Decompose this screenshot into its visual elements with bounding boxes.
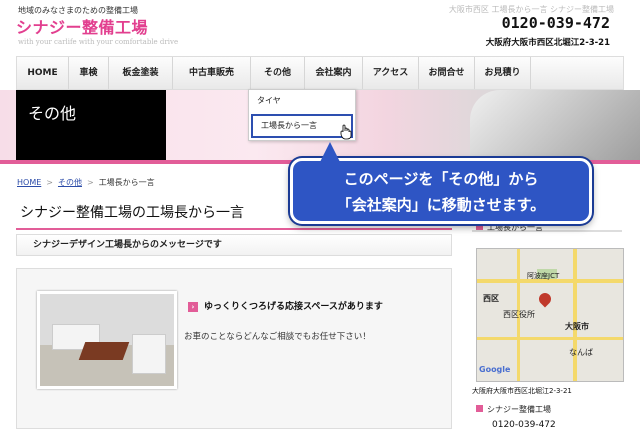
- bullet-icon: [476, 223, 483, 230]
- instruction-callout: このページを「その他」から 「会社案内」に移動させます。: [290, 158, 592, 224]
- site-header: 地域のみなさまのための整備工場 シナジー整備工場 with your carli…: [0, 0, 640, 56]
- hero-car-image: [470, 90, 640, 160]
- map-label-namba: なんば: [569, 348, 593, 357]
- message-heading: › ゆっくりくつろげる応接スペースがあります: [188, 299, 383, 312]
- sidebar-item-label: 工場長から一言: [487, 223, 543, 232]
- sidebar-item-label: シナジー整備工場: [487, 405, 551, 414]
- callout-line-1: このページを「その他」から: [343, 170, 539, 188]
- callout-line-2: 「会社案内」に移動させます。: [336, 196, 546, 214]
- callout-tail: [320, 142, 340, 162]
- sidebar-item-company[interactable]: シナジー整備工場: [476, 404, 551, 415]
- reception-photo: [37, 291, 177, 389]
- nav-contact[interactable]: お問合せ: [419, 57, 475, 89]
- site-logo[interactable]: シナジー整備工場: [16, 14, 148, 38]
- nav-access[interactable]: アクセス: [363, 57, 419, 89]
- arrow-right-icon: ›: [188, 301, 198, 312]
- section-heading: シナジーデザイン工場長からのメッセージです: [16, 234, 452, 256]
- nav-used-cars[interactable]: 中古車販売: [173, 57, 251, 89]
- dropdown-item-tire[interactable]: タイヤ: [249, 90, 355, 112]
- map-label-jct: 阿波座JCT: [527, 272, 560, 280]
- message-heading-text: ゆっくりくつろげる応接スペースがあります: [204, 302, 383, 312]
- nav-estimate[interactable]: お見積り: [475, 57, 531, 89]
- dropdown-item-message[interactable]: 工場長から一言: [251, 114, 353, 138]
- page-title: シナジー整備工場の工場長から一言: [20, 205, 244, 221]
- hand-cursor-icon: [340, 124, 352, 140]
- map-label-nishiku: 西区: [483, 294, 499, 303]
- nav-home[interactable]: HOME: [17, 57, 69, 89]
- logo-subtitle: with your carlife with your comfortable …: [18, 38, 179, 46]
- title-underline: [16, 228, 452, 230]
- nav-shaken[interactable]: 車検: [69, 57, 109, 89]
- nav-other[interactable]: その他: [251, 57, 305, 89]
- bullet-icon: [476, 405, 483, 412]
- access-map[interactable]: 西区 西区役所 大阪市 なんば 阿波座JCT Google: [476, 248, 624, 382]
- header-phone: 0120-039-472: [501, 14, 610, 32]
- map-label-osaka: 大阪市: [565, 322, 589, 331]
- hero-title: その他: [28, 104, 77, 123]
- breadcrumb: HOME > その他 > 工場長から一言: [17, 178, 155, 187]
- breadcrumb-current: 工場長から一言: [98, 178, 155, 187]
- map-google-logo: Google: [479, 365, 511, 374]
- map-label-office: 西区役所: [503, 310, 535, 319]
- message-body: お車のことならどんなご相談でもお任せ下さい！: [184, 332, 371, 342]
- breadcrumb-parent[interactable]: その他: [58, 178, 82, 187]
- map-address: 大阪府大阪市西区北堀江2-3-21: [472, 387, 572, 395]
- nav-bodywork[interactable]: 板金塗装: [109, 57, 173, 89]
- map-pin-icon: [536, 290, 554, 308]
- main-nav: HOME 車検 板金塗装 中古車販売 その他 会社案内 アクセス お問合せ お見…: [16, 56, 624, 90]
- header-address: 大阪府大阪市西区北堀江2-3-21: [485, 38, 610, 48]
- nav-company[interactable]: 会社案内: [305, 57, 363, 89]
- sidebar-phone: 0120-039-472: [492, 420, 556, 429]
- breadcrumb-home[interactable]: HOME: [17, 178, 41, 187]
